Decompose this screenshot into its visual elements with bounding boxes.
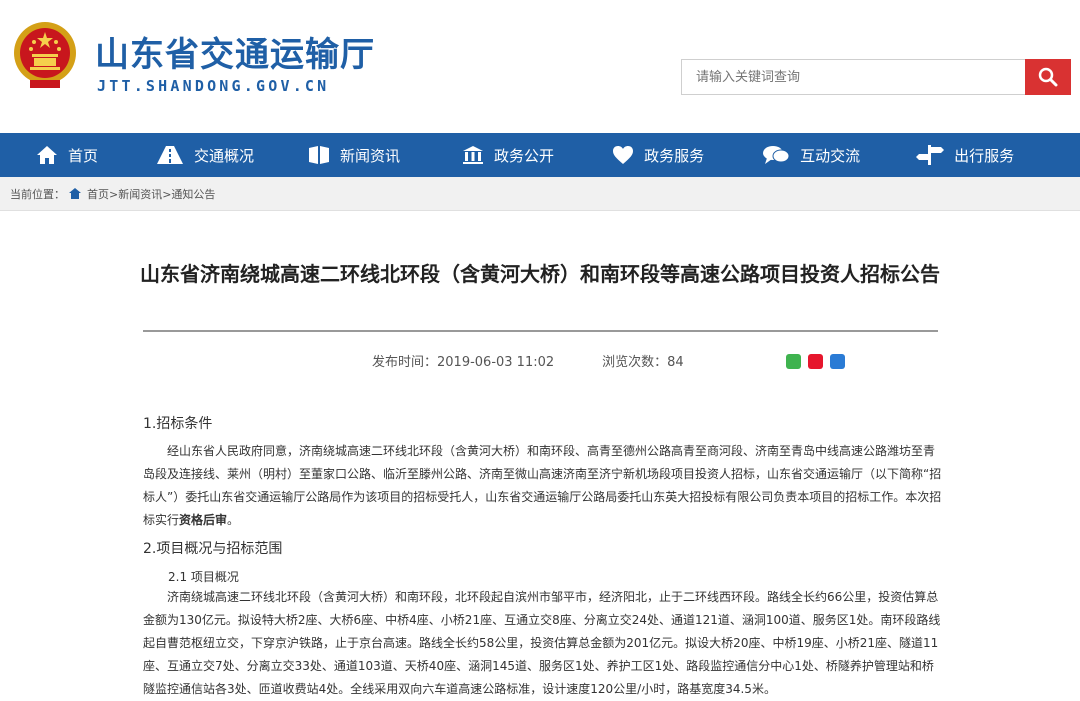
paragraph-bold-text: 资格后审 [179, 513, 228, 527]
nav-label: 首页 [68, 146, 99, 165]
nav-label: 互动交流 [800, 146, 861, 165]
article-content: 山东省济南绕城高速二环线北环段（含黄河大桥）和南环段等高速公路项目投资人招标公告… [0, 211, 1080, 701]
nav-item-gov-services[interactable]: 政务服务 [612, 133, 704, 177]
nav-item-travel-services[interactable]: 出行服务 [916, 133, 1014, 177]
site-header: 山东省交通运输厅 JTT.SHANDONG.GOV.CN [0, 0, 1080, 133]
chat-icon [763, 146, 790, 164]
search-button[interactable] [1025, 59, 1071, 95]
road-icon [157, 146, 184, 164]
site-title[interactable]: 山东省交通运输厅 [95, 27, 375, 76]
weibo-share-icon[interactable] [808, 354, 823, 369]
wechat-share-icon[interactable] [786, 354, 801, 369]
nav-item-gov-affairs-open[interactable]: 政务公开 [462, 133, 554, 177]
nav-item-interaction[interactable]: 互动交流 [762, 133, 860, 177]
nav-label: 政务服务 [644, 146, 705, 165]
signpost-icon [916, 145, 945, 165]
nav-label: 政务公开 [494, 146, 555, 165]
breadcrumb: 当前位置： 首页>新闻资讯>通知公告 [0, 177, 1080, 211]
subsection-heading: 2.1 项目概况 [168, 570, 239, 584]
paragraph-text: 。 [227, 513, 240, 527]
search-icon [1038, 67, 1058, 87]
paragraph-text: 经山东省人民政府同意，济南绕城高速二环线北环段（含黄河大桥）和南环段、高青至德州… [143, 444, 942, 527]
nav-item-news[interactable]: 新闻资讯 [308, 133, 400, 177]
breadcrumb-path[interactable]: 首页>新闻资讯>通知公告 [87, 186, 215, 202]
section-heading: 1.招标条件 [143, 416, 213, 432]
home-icon [37, 146, 57, 164]
book-icon [309, 146, 330, 164]
building-icon [463, 146, 484, 164]
heart-icon [613, 146, 634, 164]
article-title: 山东省济南绕城高速二环线北环段（含黄河大桥）和南环段等高速公路项目投资人招标公告 [140, 262, 940, 286]
section-paragraph: 济南绕城高速二环线北环段（含黄河大桥）和南环段，北环段起自滨州市邹平市，经济阳北… [143, 590, 941, 696]
nav-label: 新闻资讯 [340, 146, 401, 165]
publish-time: 发布时间：2019-06-03 11:02 [372, 355, 555, 370]
more-share-icon[interactable] [830, 354, 845, 369]
section-heading: 2.项目概况与招标范围 [143, 541, 283, 557]
national-emblem-icon [14, 22, 76, 88]
search-input[interactable] [681, 59, 1026, 95]
main-nav: 首页 交通概况 新闻资讯 政务公开 政务服务 互动交流 出行服务 [0, 133, 1080, 177]
article-meta: 发布时间：2019-06-03 11:02 浏览次数：84 [372, 351, 684, 370]
nav-item-traffic-overview[interactable]: 交通概况 [156, 133, 254, 177]
section-paragraph: 经山东省人民政府同意，济南绕城高速二环线北环段（含黄河大桥）和南环段、高青至德州… [143, 440, 943, 532]
home-icon[interactable] [69, 188, 81, 199]
nav-label: 交通概况 [194, 146, 255, 165]
breadcrumb-prefix: 当前位置： [10, 187, 65, 201]
nav-item-home[interactable]: 首页 [36, 133, 98, 177]
title-divider [143, 330, 938, 332]
view-count: 浏览次数：84 [602, 355, 684, 370]
nav-label: 出行服务 [954, 146, 1015, 165]
site-domain: JTT.SHANDONG.GOV.CN [97, 77, 330, 95]
share-buttons [786, 354, 845, 369]
